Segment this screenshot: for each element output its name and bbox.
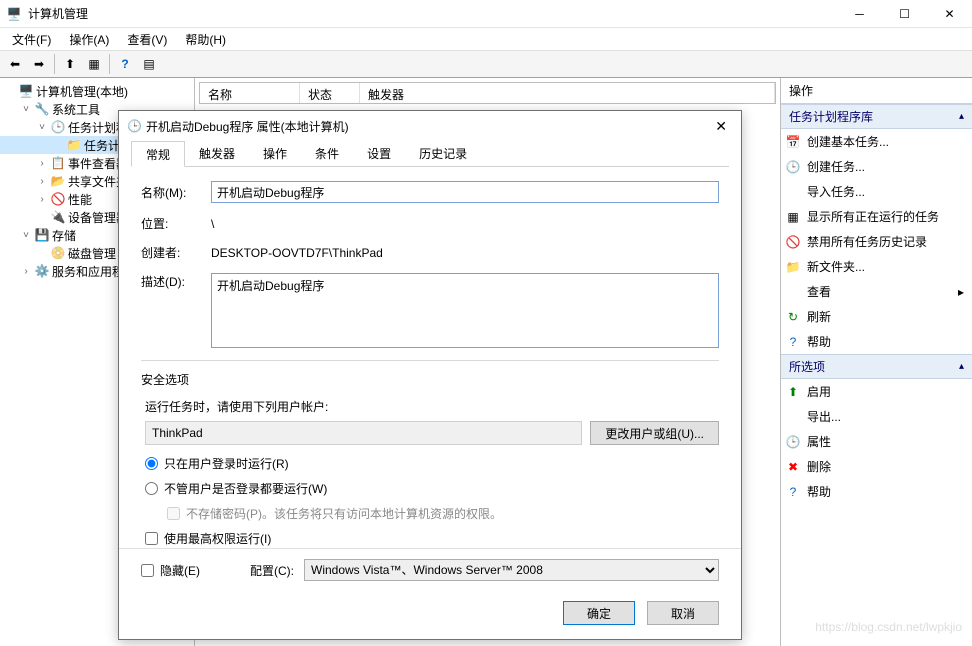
back-button[interactable]: ⬅ [4,53,26,75]
tab-actions[interactable]: 操作 [249,141,301,166]
ok-button[interactable]: 确定 [563,601,635,625]
col-status[interactable]: 状态 [300,83,360,103]
action-help[interactable]: ?帮助 [781,329,972,354]
maximize-button[interactable]: ☐ [882,0,927,28]
check-hidden[interactable]: 隐藏(E) [141,562,200,579]
collapse-icon[interactable]: ▴ [959,111,964,122]
action-create-task[interactable]: 🕒创建任务... [781,154,972,179]
radio-whether-logged[interactable]: 不管用户是否登录都要运行(W) [145,480,719,497]
close-button[interactable]: ✕ [927,0,972,28]
action-import-task[interactable]: 导入任务... [781,179,972,204]
action-help2[interactable]: ?帮助 [781,479,972,504]
config-select[interactable]: Windows Vista™、Windows Server™ 2008 [304,559,719,581]
action-delete[interactable]: ✖删除 [781,454,972,479]
list-header: 名称 状态 触发器 [199,82,776,104]
window-title: 计算机管理 [28,5,88,22]
up-button[interactable]: ⬆ [59,53,81,75]
dialog-bottom-row: 隐藏(E) 配置(C): Windows Vista™、Windows Serv… [119,548,741,591]
dialog-tabs: 常规 触发器 操作 条件 设置 历史记录 [131,141,729,167]
location-value: \ [211,217,719,231]
forward-button[interactable]: ➡ [28,53,50,75]
help-icon[interactable]: ? [114,53,136,75]
action-disable-history[interactable]: 🚫禁用所有任务历史记录 [781,229,972,254]
dialog-close-button[interactable]: ✕ [709,116,733,137]
tab-general[interactable]: 常规 [131,141,185,167]
actions-header: 操作 [781,78,972,104]
check-highest-priv[interactable]: 使用最高权限运行(I) [145,530,719,547]
actions-panel: 操作 任务计划程序库▴ 📅创建基本任务... 🕒创建任务... 导入任务... … [780,78,972,646]
name-input[interactable] [211,181,719,203]
menu-action[interactable]: 操作(A) [61,29,117,50]
change-user-button[interactable]: 更改用户或组(U)... [590,421,719,445]
check-no-password: 不存储密码(P)。该任务将只有访问本地计算机资源的权限。 [167,505,719,522]
tab-conditions[interactable]: 条件 [301,141,353,166]
creator-label: 创建者: [141,244,201,261]
window-controls: ─ ☐ ✕ [837,0,972,28]
collapse-icon[interactable]: ▴ [959,361,964,372]
tab-history[interactable]: 历史记录 [405,141,481,166]
menu-help[interactable]: 帮助(H) [177,29,234,50]
col-name[interactable]: 名称 [200,83,300,103]
menu-file[interactable]: 文件(F) [4,29,59,50]
tab-triggers[interactable]: 触发器 [185,141,249,166]
name-label: 名称(M): [141,184,201,201]
location-label: 位置: [141,215,201,232]
menubar: 文件(F) 操作(A) 查看(V) 帮助(H) [0,28,972,50]
security-options-label: 安全选项 [141,371,719,388]
action-view[interactable]: 查看▸ [781,279,972,304]
action-section-selected[interactable]: 所选项▴ [781,354,972,379]
dialog-titlebar: 🕒 开机启动Debug程序 属性(本地计算机) ✕ [119,111,741,141]
action-show-running[interactable]: ▦显示所有正在运行的任务 [781,204,972,229]
description-label: 描述(D): [141,273,201,290]
dialog-body: 名称(M): 位置: \ 创建者: DESKTOP-OOVTD7F\ThinkP… [119,167,741,548]
radio-logged-on[interactable]: 只在用户登录时运行(R) [145,455,719,472]
dialog-buttons: 确定 取消 [119,591,741,639]
user-account-display: ThinkPad [145,421,582,445]
dialog-icon: 🕒 [127,119,142,133]
action-export[interactable]: 导出... [781,404,972,429]
action-properties[interactable]: 🕒属性 [781,429,972,454]
action-new-folder[interactable]: 📁新文件夹... [781,254,972,279]
action-enable[interactable]: ⬆启用 [781,379,972,404]
cancel-button[interactable]: 取消 [647,601,719,625]
action-create-basic-task[interactable]: 📅创建基本任务... [781,129,972,154]
titlebar: 🖥️ 计算机管理 ─ ☐ ✕ [0,0,972,28]
action-section-library[interactable]: 任务计划程序库▴ [781,104,972,129]
tab-settings[interactable]: 设置 [353,141,405,166]
menu-view[interactable]: 查看(V) [119,29,175,50]
creator-value: DESKTOP-OOVTD7F\ThinkPad [211,246,719,260]
app-icon: 🖥️ [6,6,22,22]
dialog-title: 开机启动Debug程序 属性(本地计算机) [146,118,349,135]
panel-icon[interactable]: ▤ [138,53,160,75]
description-input[interactable]: 开机启动Debug程序 [211,273,719,348]
minimize-button[interactable]: ─ [837,0,882,28]
action-refresh[interactable]: ↻刷新 [781,304,972,329]
properties-dialog: 🕒 开机启动Debug程序 属性(本地计算机) ✕ 常规 触发器 操作 条件 设… [118,110,742,640]
col-triggers[interactable]: 触发器 [360,83,775,103]
config-label: 配置(C): [250,562,294,579]
security-prompt: 运行任务时，请使用下列用户帐户: [145,398,719,415]
properties-icon[interactable]: ▦ [83,53,105,75]
tree-root[interactable]: 🖥️计算机管理(本地) [0,82,194,100]
toolbar: ⬅ ➡ ⬆ ▦ ? ▤ [0,50,972,78]
